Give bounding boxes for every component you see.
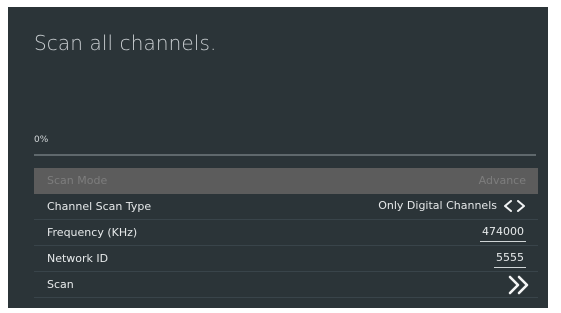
channel-scan-type-arrows[interactable] — [503, 199, 526, 212]
menu-row-frequency[interactable]: Frequency (KHz) 474000 — [34, 220, 538, 246]
menu-row-network-id[interactable]: Network ID 5555 — [34, 246, 538, 272]
double-chevron-right-icon[interactable] — [506, 275, 532, 299]
menu-row-channel-scan-type[interactable]: Channel Scan Type Only Digital Channels — [34, 194, 538, 220]
network-id-label: Network ID — [47, 252, 109, 265]
scan-screen: Scan all channels. 0% Scan Mode Advance … — [8, 7, 548, 308]
menu-row-scan-mode: Scan Mode Advance — [34, 168, 538, 194]
frequency-label: Frequency (KHz) — [47, 226, 138, 239]
progress-percent: 0% — [34, 135, 49, 145]
progress-bar — [34, 154, 536, 156]
channel-scan-type-selector[interactable]: Only Digital Channels — [378, 199, 526, 212]
scan-mode-label: Scan Mode — [47, 174, 108, 187]
channel-scan-type-value: Only Digital Channels — [378, 199, 497, 212]
scan-mode-value: Advance — [478, 174, 526, 187]
menu-row-scan[interactable]: Scan — [34, 272, 538, 298]
left-arrow-icon[interactable] — [503, 199, 513, 212]
channel-scan-type-label: Channel Scan Type — [47, 200, 152, 213]
page-title: Scan all channels. — [34, 31, 217, 55]
scan-menu: Scan Mode Advance Channel Scan Type Only… — [34, 168, 538, 298]
right-arrow-icon[interactable] — [516, 199, 526, 212]
frequency-input[interactable]: 474000 — [480, 224, 526, 242]
network-id-input[interactable]: 5555 — [494, 250, 526, 268]
scan-label: Scan — [47, 278, 74, 291]
